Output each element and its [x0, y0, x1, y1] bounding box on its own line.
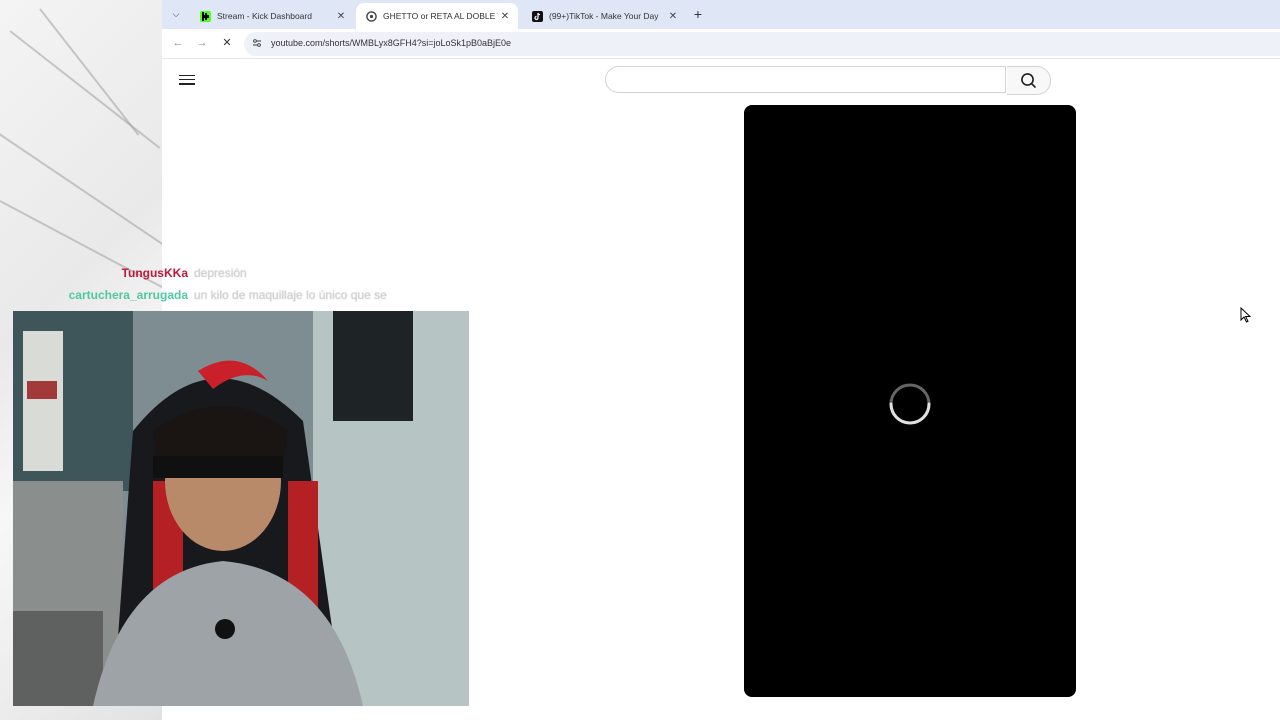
search-icon — [1021, 73, 1036, 88]
kick-icon — [200, 10, 211, 22]
tab-title: Stream - Kick Dashboard — [217, 11, 312, 21]
chat-message: TungusKKa depresión — [60, 266, 247, 280]
tiktok-icon — [532, 10, 543, 22]
mouse-cursor-icon — [1240, 306, 1252, 323]
tab-title: (99+)TikTok - Make Your Day — [549, 11, 659, 21]
forward-arrow-icon[interactable]: → — [194, 35, 210, 51]
new-tab-button[interactable]: + — [690, 5, 706, 23]
close-icon[interactable]: ✕ — [498, 11, 512, 22]
site-info-icon[interactable] — [250, 37, 264, 51]
chat-username: cartuchera_arrugada — [68, 288, 188, 302]
url-text[interactable]: youtube.com/shorts/WMBLyx8GFH4?si=joLoSk… — [271, 38, 511, 48]
tab-kick-dashboard[interactable]: Stream - Kick Dashboard ✕ — [190, 3, 354, 29]
menu-icon[interactable] — [179, 72, 195, 86]
close-icon[interactable]: ✕ — [334, 11, 348, 22]
chat-text: un kilo de maquillaje lo único que se — [194, 288, 387, 302]
tab-title: GHETTO or RETA AL DOBLE TEN — [383, 11, 498, 21]
webcam-feed — [13, 311, 469, 706]
search-input[interactable] — [605, 66, 1006, 93]
tab-tiktok[interactable]: (99+)TikTok - Make Your Day ✕ — [522, 3, 686, 29]
close-icon[interactable]: ✕ — [666, 11, 680, 22]
chat-username: TungusKKa — [121, 266, 188, 280]
chat-message: cartuchera_arrugada un kilo de maquillaje… — [60, 288, 387, 302]
chrome-icon — [366, 10, 377, 22]
back-arrow-icon[interactable]: ← — [170, 35, 186, 51]
loading-spinner-icon — [887, 381, 933, 427]
search-button[interactable] — [1007, 66, 1051, 95]
tab-youtube-shorts[interactable]: GHETTO or RETA AL DOBLE TEN ✕ — [356, 3, 518, 29]
tab-search-dropdown-icon[interactable]: ⌵ — [168, 6, 184, 22]
stop-loading-icon[interactable]: ✕ — [219, 35, 235, 51]
chat-text: depresión — [194, 266, 247, 280]
